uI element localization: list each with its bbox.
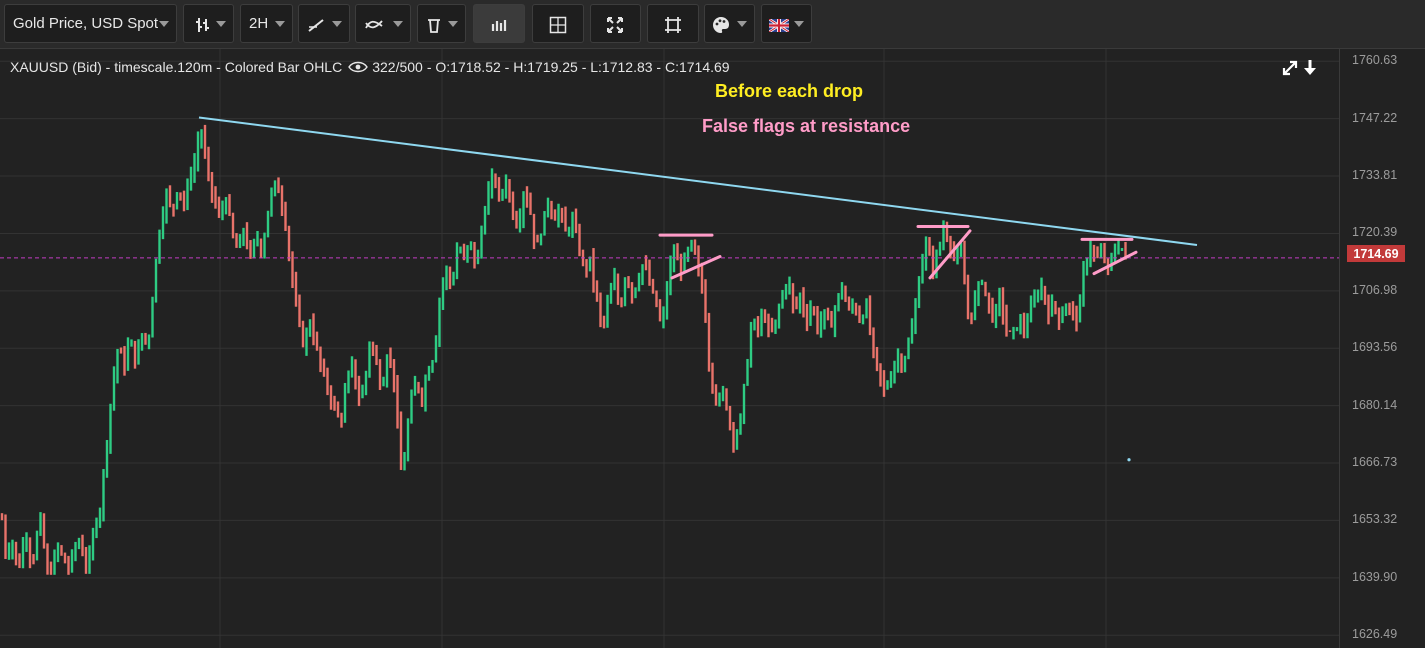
- chart-style-button[interactable]: [183, 4, 234, 43]
- crosshair-button[interactable]: [532, 4, 584, 43]
- drawing-dot: [1127, 458, 1131, 462]
- chevron-down-icon: [216, 21, 226, 27]
- color-theme-button[interactable]: [704, 4, 755, 43]
- instrument-label: XAUUSD (Bid) - timescale.120m - Colored …: [10, 59, 343, 75]
- chart-style-icon: [196, 18, 209, 32]
- resistance-trendline: [198, 116, 1198, 246]
- chevron-down-icon: [737, 21, 747, 27]
- chevron-down-icon: [332, 21, 342, 27]
- tick-label: 1733.81: [1352, 168, 1398, 183]
- fit-screen-button[interactable]: [647, 4, 699, 43]
- chevron-down-icon: [448, 21, 458, 27]
- chevron-down-icon: [275, 21, 285, 27]
- delete-drawings-button[interactable]: [417, 4, 466, 43]
- crosshair-icon: [549, 16, 567, 34]
- tick-label: 1706.98: [1352, 282, 1398, 297]
- symbol-select-label: Gold Price, USD Spot: [13, 15, 159, 32]
- tick-label: 1653.32: [1352, 512, 1398, 527]
- tick-label: 1626.49: [1352, 627, 1398, 642]
- toolbar: Gold Price, USD Spot 2H: [0, 0, 1425, 49]
- eye-icon[interactable]: [348, 61, 369, 73]
- bar-count: 322/500: [372, 59, 423, 75]
- timeframe-label: 2H: [249, 15, 269, 32]
- tick-label: 1720.39: [1352, 225, 1398, 240]
- fit-screen-icon: [665, 17, 681, 33]
- timeframe-button[interactable]: 2H: [240, 4, 293, 43]
- ohlc-chart[interactable]: [0, 49, 1339, 648]
- drawing-tools-button[interactable]: [298, 4, 350, 43]
- tick-label: 1693.56: [1352, 340, 1398, 355]
- chart-corner-controls: [1282, 60, 1316, 76]
- ohlc-values: - O:1718.52 - H:1719.25 - L:1712.83 - C:…: [426, 59, 730, 75]
- false-flag-line: [670, 255, 722, 280]
- volume-bars-icon: [491, 20, 507, 31]
- volume-button[interactable]: [473, 4, 525, 43]
- tick-label: 1747.22: [1352, 110, 1398, 125]
- fullscreen-button[interactable]: [590, 4, 641, 43]
- current-price-tag: 1714.69: [1347, 245, 1405, 262]
- fullscreen-icon: [607, 17, 623, 33]
- drawing-line-icon: [308, 19, 324, 32]
- expand-icon[interactable]: [1282, 60, 1298, 76]
- tick-label: 1666.73: [1352, 455, 1398, 470]
- chevron-down-icon: [794, 21, 804, 27]
- tick-label: 1639.90: [1352, 569, 1398, 584]
- language-flag-icon: [769, 19, 789, 32]
- download-icon[interactable]: [1304, 60, 1316, 75]
- tick-label: 1760.63: [1352, 53, 1398, 68]
- delete-drawing-icon: [428, 19, 440, 33]
- language-button[interactable]: [761, 4, 812, 43]
- indicators-icon: [365, 20, 383, 29]
- annotation-false-flags: False flags at resistance: [702, 116, 911, 136]
- palette-icon: [713, 17, 729, 33]
- indicators-button[interactable]: [355, 4, 411, 43]
- chevron-down-icon: [159, 21, 169, 27]
- instrument-info: XAUUSD (Bid) - timescale.120m - Colored …: [10, 59, 730, 75]
- tick-label: 1680.14: [1352, 397, 1398, 412]
- symbol-select[interactable]: Gold Price, USD Spot: [4, 4, 177, 43]
- chevron-down-icon: [393, 21, 403, 27]
- annotation-before-drop: Before each drop: [715, 81, 864, 101]
